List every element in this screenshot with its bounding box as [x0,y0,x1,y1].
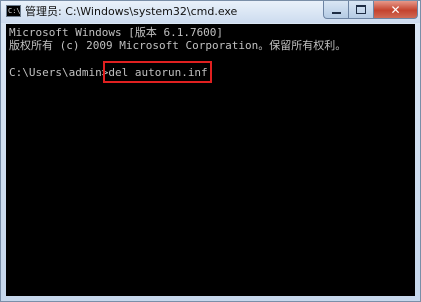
maximize-icon [356,5,366,14]
minimize-icon [331,11,341,14]
window-title: 管理员: C:\Windows\system32\cmd.exe [25,5,238,18]
console-output[interactable]: Microsoft Windows [版本 6.1.7600] 版权所有 (c)… [6,24,415,296]
command-highlight-box [103,61,212,83]
window-controls: ✕ [323,1,418,19]
minimize-button[interactable] [323,1,349,19]
close-button[interactable]: ✕ [374,1,418,19]
title-bar[interactable]: C:\ 管理员: C:\Windows\system32\cmd.exe ✕ [1,1,420,23]
console-prompt: C:\Users\admin> [9,66,109,79]
cmd-window: C:\ 管理员: C:\Windows\system32\cmd.exe ✕ M… [0,0,421,302]
cmd-app-icon-glyph: C:\ [8,7,21,15]
maximize-button[interactable] [349,1,374,19]
console-copyright-line: 版权所有 (c) 2009 Microsoft Corporation。保留所有… [9,39,347,52]
console-version-line: Microsoft Windows [版本 6.1.7600] [9,26,224,39]
close-icon: ✕ [390,2,401,17]
cmd-app-icon[interactable]: C:\ [6,5,21,17]
